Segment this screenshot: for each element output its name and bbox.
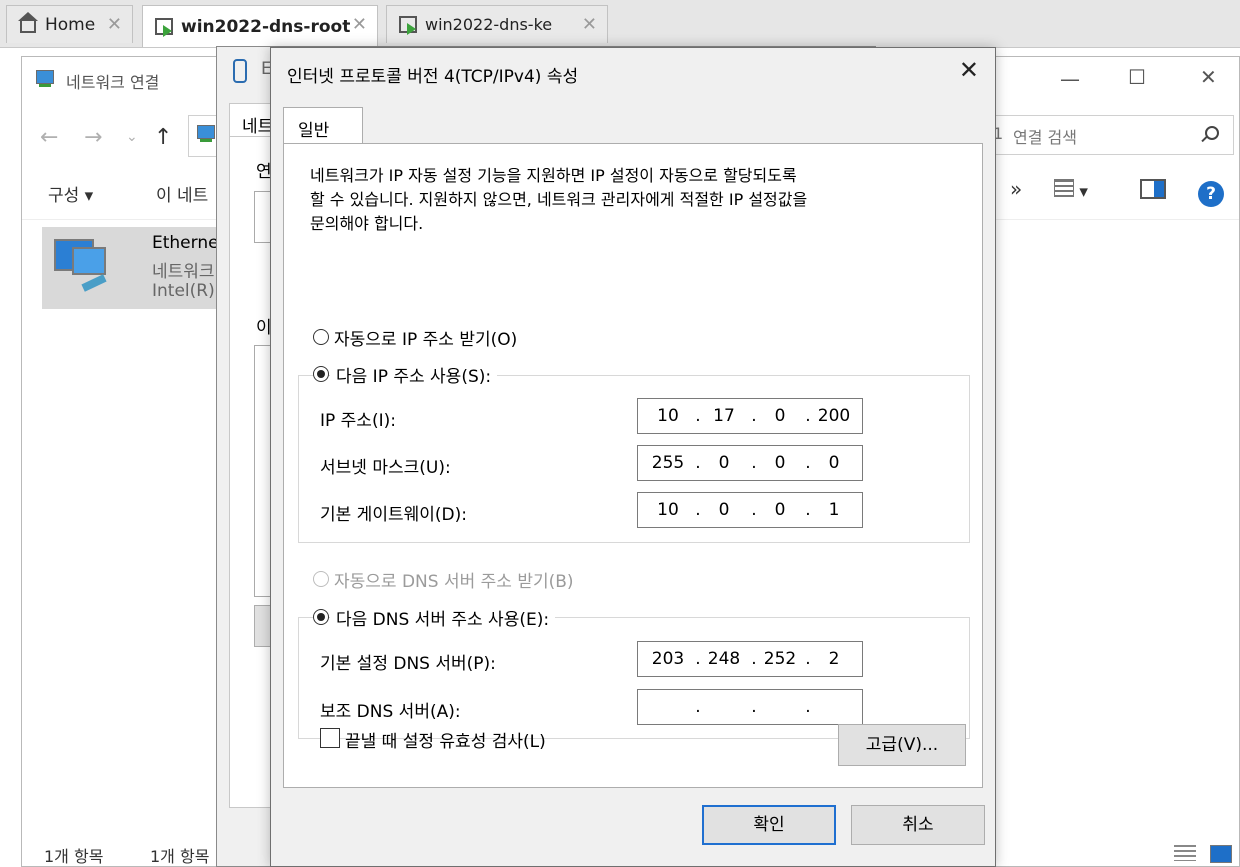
octet-3[interactable]: 0 bbox=[758, 453, 802, 473]
ip-address-label: IP 주소(I): bbox=[320, 411, 396, 431]
ip-address-field[interactable]: 10. 17. 0. 200 bbox=[637, 398, 863, 434]
connection-network: 네트워크 bbox=[152, 262, 215, 282]
close-icon[interactable]: ✕ bbox=[959, 56, 979, 84]
tab-label: 네트 bbox=[242, 117, 274, 137]
gateway-field[interactable]: 10. 0. 0. 1 bbox=[637, 492, 863, 528]
preview-pane-icon[interactable] bbox=[1140, 179, 1166, 204]
manual-dns-radio[interactable] bbox=[313, 609, 329, 625]
network-connections-icon bbox=[195, 124, 217, 144]
tab-label: 일반 bbox=[298, 121, 330, 141]
close-icon[interactable]: ✕ bbox=[352, 14, 367, 35]
network-adapter-icon bbox=[50, 235, 110, 295]
octet-2[interactable]: 248 bbox=[702, 649, 746, 669]
octet-3[interactable]: 0 bbox=[758, 406, 802, 426]
octet-2[interactable]: 0 bbox=[702, 453, 746, 473]
octet-4[interactable]: 0 bbox=[812, 453, 856, 473]
octet-3[interactable]: 0 bbox=[758, 500, 802, 520]
ok-button[interactable]: 확인 bbox=[702, 805, 836, 845]
validate-on-exit-label[interactable]: 끝낼 때 설정 유효성 검사(L) bbox=[345, 727, 546, 752]
organize-menu[interactable]: 구성 ▾ bbox=[48, 181, 93, 206]
subnet-mask-label: 서브넷 마스크(U): bbox=[320, 458, 451, 478]
dialog-title: 인터넷 프로토콜 버전 4(TCP/IPv4) 속성 bbox=[287, 67, 579, 87]
home-icon bbox=[18, 11, 38, 34]
large-icons-view-icon[interactable] bbox=[1210, 845, 1232, 863]
octet-1[interactable]: 255 bbox=[646, 453, 690, 473]
description-line: 네트워크가 IP 자동 설정 기능을 지원하면 IP 설정이 자동으로 할당되도… bbox=[310, 166, 797, 185]
octet-1[interactable]: 10 bbox=[646, 500, 690, 520]
item-count: 1개 항목 bbox=[44, 847, 104, 866]
close-icon[interactable]: ✕ bbox=[1200, 65, 1217, 89]
cancel-button[interactable]: 취소 bbox=[851, 805, 985, 845]
network-connections-icon bbox=[34, 69, 56, 89]
gateway-label: 기본 게이트웨이(D): bbox=[320, 505, 467, 525]
octet-2[interactable]: 17 bbox=[702, 406, 746, 426]
subnet-mask-field[interactable]: 255. 0. 0. 0 bbox=[637, 445, 863, 481]
search-icon[interactable] bbox=[1205, 126, 1219, 140]
advanced-button[interactable]: 고급(V)... bbox=[838, 724, 966, 766]
details-view-icon[interactable] bbox=[1174, 845, 1196, 861]
recent-chevron-icon[interactable]: ⌄ bbox=[126, 129, 138, 145]
alternate-dns-label: 보조 DNS 서버(A): bbox=[320, 702, 461, 722]
auto-ip-label[interactable]: 자동으로 IP 주소 받기(O) bbox=[334, 325, 517, 350]
tab-label: win2022-dns-ke bbox=[425, 15, 553, 34]
octet-1[interactable]: 203 bbox=[646, 649, 690, 669]
change-view-icon[interactable]: ▾ bbox=[1054, 179, 1088, 202]
help-icon[interactable]: ? bbox=[1198, 181, 1224, 207]
back-icon[interactable]: ← bbox=[40, 125, 58, 150]
maximize-icon[interactable]: ☐ bbox=[1128, 65, 1146, 89]
description-line: 할 수 있습니다. 지원하지 않으면, 네트워크 관리자에게 적절한 IP 설정… bbox=[310, 190, 808, 209]
close-icon[interactable]: ✕ bbox=[107, 14, 122, 35]
octet-1[interactable]: 10 bbox=[646, 406, 690, 426]
forward-icon[interactable]: → bbox=[84, 125, 102, 150]
tab-home[interactable]: Home ✕ bbox=[6, 5, 133, 43]
auto-dns-radio[interactable] bbox=[313, 571, 329, 587]
up-icon[interactable]: ↑ bbox=[154, 125, 172, 150]
toolbar-item[interactable]: 이 네트 bbox=[156, 181, 208, 206]
preferred-dns-label: 기본 설정 DNS 서버(P): bbox=[320, 654, 496, 674]
auto-ip-radio[interactable] bbox=[313, 329, 329, 345]
tab-win2022-dns-root[interactable]: win2022-dns-root ✕ bbox=[142, 5, 378, 47]
manual-ip-label[interactable]: 다음 IP 주소 사용(S): bbox=[330, 362, 498, 387]
window-title: 네트워크 연결 bbox=[66, 73, 160, 92]
tab-label: win2022-dns-root bbox=[181, 16, 351, 37]
description-text: 네트워크가 IP 자동 설정 기능을 지원하면 IP 설정이 자동으로 할당되도… bbox=[310, 164, 950, 236]
manual-dns-label[interactable]: 다음 DNS 서버 주소 사용(E): bbox=[330, 605, 556, 630]
octet-4[interactable]: 2 bbox=[812, 649, 856, 669]
auto-dns-label: 자동으로 DNS 서버 주소 받기(B) bbox=[334, 572, 574, 592]
general-panel: 네트워크가 IP 자동 설정 기능을 지원하면 IP 설정이 자동으로 할당되도… bbox=[283, 143, 983, 788]
ethernet0-connection-item[interactable]: Ethernet0 네트워크 Intel(R) 82 bbox=[42, 227, 242, 309]
manual-ip-radio[interactable] bbox=[313, 366, 329, 382]
ipv4-properties-dialog: 인터넷 프로토콜 버전 4(TCP/IPv4) 속성 ✕ 일반 네트워크가 IP… bbox=[270, 47, 996, 867]
close-icon[interactable]: ✕ bbox=[582, 14, 597, 35]
minimize-icon[interactable]: — bbox=[1060, 67, 1080, 91]
tab-label: Home bbox=[45, 14, 96, 35]
description-line: 문의해야 합니다. bbox=[310, 214, 424, 233]
tab-win2022-dns-ke[interactable]: win2022-dns-ke ✕ bbox=[386, 5, 608, 43]
selected-count: 1개 항목 bbox=[150, 847, 210, 866]
adapter-icon bbox=[233, 59, 247, 83]
tab-general[interactable]: 일반 bbox=[283, 107, 363, 144]
octet-4[interactable]: 200 bbox=[812, 406, 856, 426]
validate-on-exit-checkbox[interactable] bbox=[320, 728, 340, 748]
vm-tab-strip: Home ✕ win2022-dns-root ✕ win2022-dns-ke… bbox=[0, 0, 1240, 48]
vm-running-icon bbox=[155, 17, 173, 37]
search-placeholder: 연결 검색 bbox=[1013, 128, 1077, 147]
octet-3[interactable]: 252 bbox=[758, 649, 802, 669]
octet-2[interactable]: 0 bbox=[702, 500, 746, 520]
vm-running-icon bbox=[399, 15, 417, 35]
more-commands-icon[interactable]: » bbox=[1010, 177, 1022, 201]
preferred-dns-field[interactable]: 203. 248. 252. 2 bbox=[637, 641, 863, 677]
alternate-dns-field[interactable]: . . . bbox=[637, 689, 863, 725]
octet-4[interactable]: 1 bbox=[812, 500, 856, 520]
